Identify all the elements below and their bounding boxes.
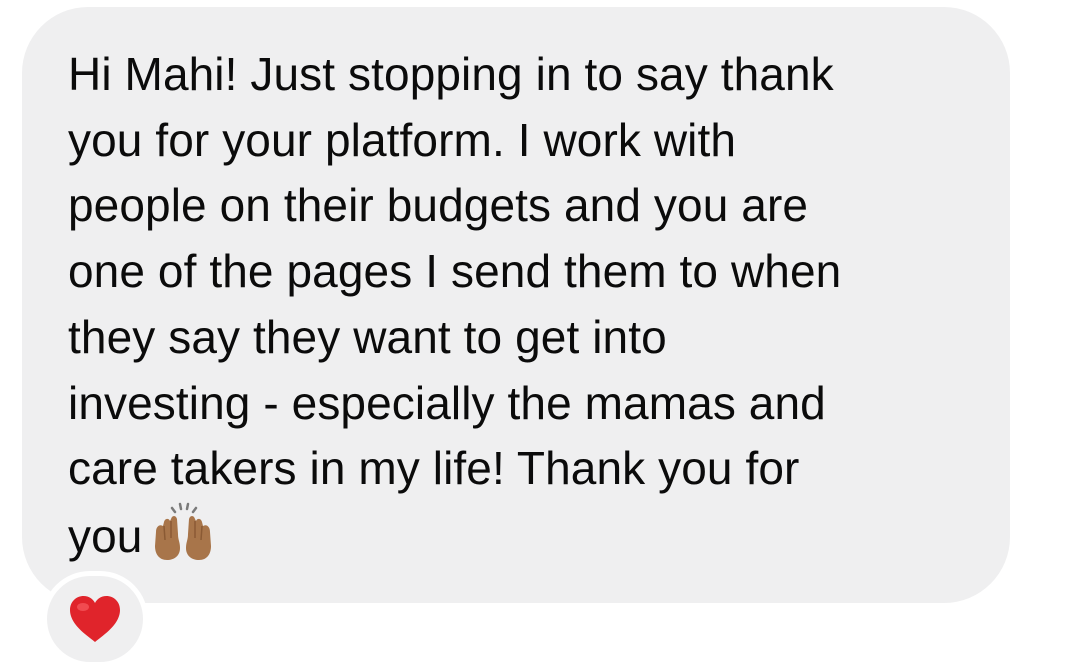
message-line: care takers in my life! Thank you for — [68, 442, 800, 495]
raising-hands-icon — [155, 502, 212, 560]
message-line: Hi Mahi! Just stopping in to say thank — [68, 48, 834, 100]
heart-shape — [70, 596, 120, 642]
message-line: you for your platform. I work with — [68, 113, 737, 166]
heart-reaction-badge[interactable] — [42, 571, 148, 667]
message-line: investing - especially the mamas and — [68, 376, 826, 429]
message-thread: Hi Mahi! Just stopping in to say thank y… — [0, 0, 1080, 667]
message-line: one of the pages I send them to when — [68, 245, 842, 298]
message-line-last: you — [68, 502, 978, 570]
message-line: people on their budgets and you are — [68, 179, 809, 232]
message-line: they say they want to get into — [68, 310, 667, 363]
message-text: Hi Mahi! Just stopping in to say thank y… — [68, 42, 978, 570]
message-line: you — [68, 509, 143, 562]
red-heart-icon — [70, 596, 120, 642]
